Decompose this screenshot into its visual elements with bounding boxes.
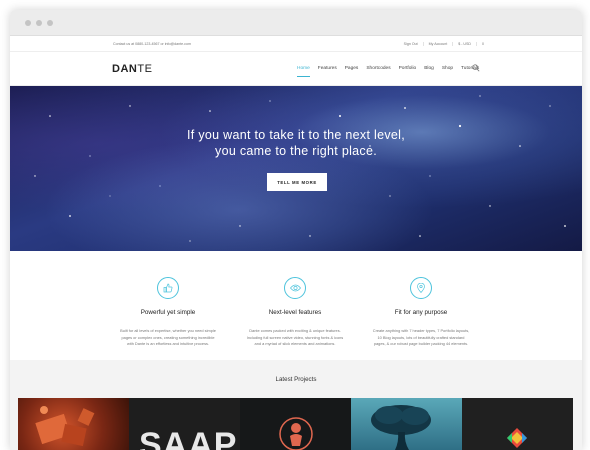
feature-powerful: Powerful yet simple Built for all levels…	[108, 277, 228, 348]
starfield-background	[34, 95, 566, 242]
sign-out-link[interactable]: Sign Out	[399, 42, 423, 46]
main-navbar: DANTE Home Features Pages Shortcodes Por…	[10, 52, 582, 86]
menu-item-blog[interactable]: Blog	[424, 66, 434, 71]
project-character-image	[279, 417, 313, 450]
hero-banner: If you want to take it to the next level…	[10, 86, 582, 251]
menu-item-shop[interactable]: Shop	[442, 66, 453, 71]
project-abstract-image	[35, 406, 95, 447]
feature-line: Including full screen native video, stun…	[246, 334, 344, 340]
feature-description: Built for all levels of expertise, wheth…	[108, 328, 228, 348]
projects-title: Latest Projects	[275, 376, 317, 383]
feature-description: Dante comes packed with exciting & uniqu…	[235, 328, 355, 348]
eye-icon	[284, 277, 306, 299]
browser-window: Contact us at 0880-123-4567 or info@dant…	[10, 10, 582, 450]
latest-projects-section: Latest Projects SAAP	[10, 360, 582, 450]
feature-line: pages or complex ones, creating somethin…	[121, 334, 215, 340]
logo-light: TE	[137, 63, 153, 75]
project-tile[interactable]	[462, 398, 573, 450]
saap-logo-image: SAAP	[139, 426, 238, 450]
feature-line: Create anything with 7 header types, 7 P…	[372, 328, 470, 333]
feature-line: and a myriad of slick elements and anima…	[254, 341, 336, 347]
feature-line: 10 Blog layouts, lots of beautifully cra…	[377, 334, 465, 340]
window-dot-maximize[interactable]	[47, 20, 53, 26]
menu-item-pages[interactable]: Pages	[345, 66, 359, 71]
contact-info: Contact us at 0880-123-4567 or info@dant…	[113, 42, 191, 46]
tell-me-more-button[interactable]: TELL ME MORE	[267, 173, 327, 191]
browser-chrome	[10, 10, 582, 36]
feature-next-level: Next-level features Dante comes packed w…	[235, 277, 355, 348]
search-icon[interactable]	[472, 64, 480, 72]
project-tile[interactable]	[351, 398, 462, 450]
feature-line: Dante comes packed with exciting & uniqu…	[249, 328, 341, 333]
project-tiles: SAAP	[18, 398, 573, 450]
map-pin-icon	[410, 277, 432, 299]
features-section: Powerful yet simple Built for all levels…	[10, 251, 582, 375]
thumbs-up-icon	[157, 277, 179, 299]
menu-item-shortcodes[interactable]: Shortcodes	[366, 66, 390, 71]
window-dot-minimize[interactable]	[36, 20, 42, 26]
main-menu: Home Features Pages Shortcodes Portfolio…	[297, 66, 487, 77]
currency-select[interactable]: $ - USD	[452, 42, 476, 46]
feature-title: Fit for any purpose	[394, 309, 448, 316]
menu-item-portfolio[interactable]: Portfolio	[399, 66, 417, 71]
feature-line: Built for all levels of expertise, wheth…	[120, 328, 216, 333]
project-geometric-image	[507, 428, 527, 448]
hero-heading-line-1: If you want to take it to the next level…	[187, 128, 405, 142]
menu-item-home[interactable]: Home	[297, 66, 310, 77]
account-links: Sign Out My Account $ - USD 0	[399, 42, 489, 46]
menu-item-features[interactable]: Features	[318, 66, 337, 71]
site-logo[interactable]: DANTE	[112, 63, 152, 75]
feature-any-purpose: Fit for any purpose Create anything with…	[361, 277, 481, 348]
feature-line: with Dante is an effortless and intuitiv…	[126, 341, 210, 347]
project-tree-image	[371, 405, 431, 450]
feature-line: pages, & our robust page builder packing…	[373, 341, 469, 347]
project-tile[interactable]	[240, 398, 351, 450]
project-tile[interactable]: SAAP	[129, 398, 240, 450]
logo-bold: DAN	[112, 63, 138, 75]
hero-heading-line-2: you came to the right place.	[215, 144, 377, 158]
cart-count[interactable]: 0	[476, 42, 489, 46]
feature-title: Powerful yet simple	[140, 309, 196, 316]
my-account-link[interactable]: My Account	[422, 42, 453, 46]
top-bar: Contact us at 0880-123-4567 or info@dant…	[10, 36, 582, 52]
window-dot-close[interactable]	[25, 20, 31, 26]
feature-title: Next-level features	[268, 309, 322, 316]
project-tile[interactable]	[18, 398, 129, 450]
feature-description: Create anything with 7 header types, 7 P…	[361, 328, 481, 348]
hero-heading: If you want to take it to the next level…	[10, 127, 582, 159]
